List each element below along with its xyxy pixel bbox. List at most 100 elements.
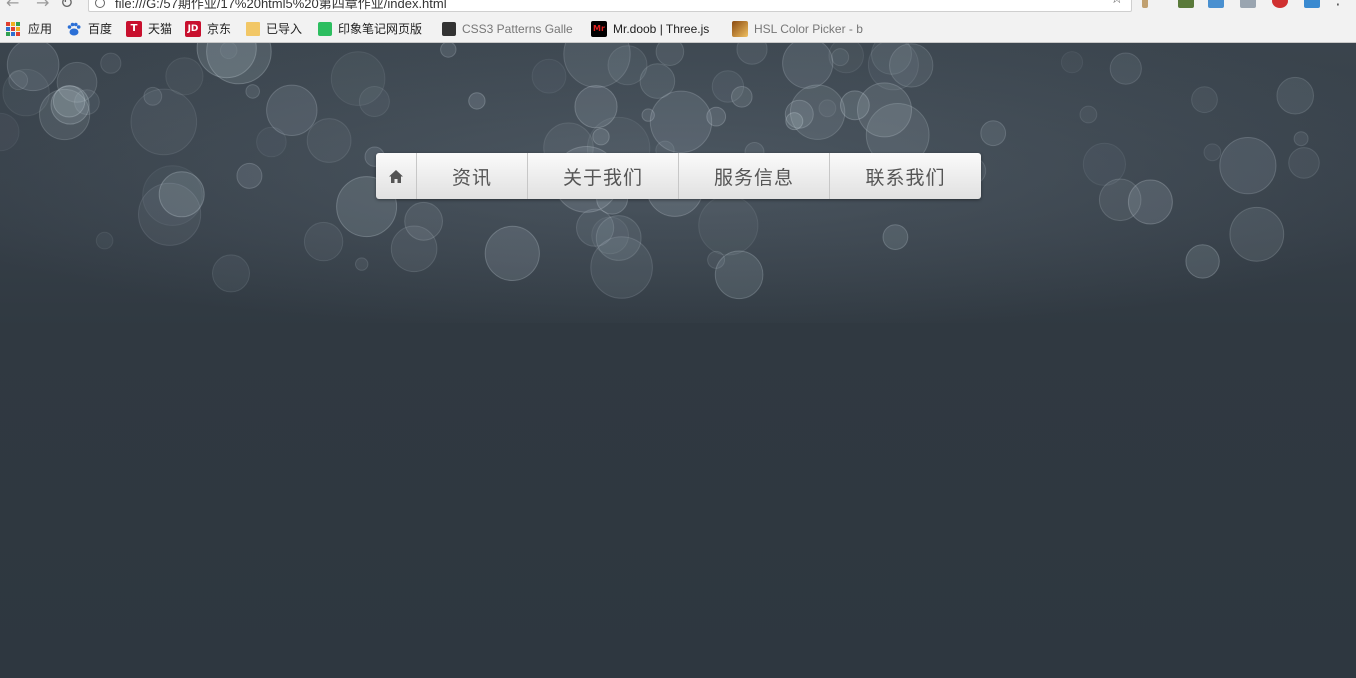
extension-icon[interactable] (1178, 0, 1194, 8)
bokeh-circle (303, 221, 344, 262)
bookmark-tmall[interactable]: T 天猫 (126, 20, 172, 37)
bokeh-circle (306, 118, 352, 163)
address-bar[interactable]: file:///G:/57期作业/17%20html5%20第四章作业/inde… (88, 0, 1132, 12)
bookmark-label: Mr.doob | Three.js (613, 21, 710, 36)
bokeh-circle (789, 84, 846, 140)
bookmark-css3-patterns[interactable]: CSS3 Patterns Galle (442, 20, 573, 37)
bokeh-circle (245, 84, 260, 99)
nav-home[interactable] (376, 153, 417, 199)
bokeh-circle (1079, 105, 1098, 124)
bokeh-circle (655, 43, 685, 66)
forward-icon[interactable]: → (36, 0, 49, 12)
bookmark-threejs[interactable]: Mr Mr.doob | Three.js (591, 20, 709, 37)
baidu-paw-icon (66, 21, 82, 37)
bokeh-circle (980, 120, 1007, 147)
bokeh-circle (143, 86, 163, 106)
bookmarks-bar: 应用 百度 T 天猫 JD 京东 已导入 印象笔记网页版 CSS3 Patter… (0, 14, 1356, 43)
bokeh-circle (404, 201, 444, 241)
extension-icon[interactable] (1240, 0, 1256, 8)
bokeh-circle (818, 99, 837, 118)
bookmark-label: CSS3 Patterns Galle (462, 21, 573, 36)
bokeh-circle (1288, 147, 1320, 179)
jd-icon: JD (185, 20, 201, 37)
nav-item-news[interactable]: 资讯 (417, 153, 528, 199)
info-icon[interactable] (95, 0, 105, 8)
back-icon[interactable]: ← (6, 0, 19, 12)
css3-patterns-icon (442, 21, 456, 36)
mrdoob-icon: Mr (591, 20, 607, 37)
bokeh-circle (440, 43, 457, 58)
bokeh-circle (256, 126, 287, 158)
nav-item-contact[interactable]: 联系我们 (830, 153, 981, 199)
bokeh-circle (1082, 142, 1127, 186)
bokeh-circle (1191, 86, 1218, 114)
tmall-icon: T (126, 20, 142, 37)
bokeh-circle (707, 250, 726, 269)
bookmark-hsl-picker[interactable]: HSL Color Picker - b (732, 20, 863, 37)
hsl-picker-icon (732, 20, 748, 37)
bokeh-circle (130, 88, 198, 156)
bookmark-label: 印象笔记网页版 (338, 22, 423, 36)
bokeh-circle (158, 171, 205, 218)
bokeh-circle (95, 231, 114, 250)
bokeh-circle (1060, 51, 1084, 74)
bokeh-circle (782, 43, 834, 89)
page-viewport: 资讯 关于我们 服务信息 联系我们 (0, 43, 1356, 678)
bokeh-circle (1185, 244, 1220, 279)
nav-item-about[interactable]: 关于我们 (528, 153, 679, 199)
bokeh-circle (882, 224, 909, 251)
extension-icon[interactable] (1142, 0, 1148, 8)
folder-icon (246, 21, 260, 36)
bokeh-circle (1109, 52, 1142, 85)
bookmark-label: 百度 (88, 22, 113, 36)
bookmark-label: 应用 (28, 22, 53, 36)
menu-icon[interactable]: ⋮ (1330, 0, 1346, 8)
nav-item-services[interactable]: 服务信息 (679, 153, 830, 199)
bookmark-apps[interactable]: 应用 (6, 20, 52, 37)
bokeh-circle (831, 48, 850, 67)
bokeh-circle (212, 254, 250, 293)
bokeh-circle (8, 70, 29, 91)
bokeh-circle (867, 43, 919, 91)
bokeh-circle (607, 45, 648, 86)
bookmark-label: HSL Color Picker - b (754, 21, 863, 36)
extension-icon[interactable] (1208, 0, 1224, 8)
extension-icon[interactable] (1304, 0, 1320, 8)
bokeh-circle (649, 90, 713, 154)
reload-icon[interactable]: ↻ (60, 0, 73, 12)
bookmark-evernote[interactable]: 印象笔记网页版 (318, 20, 422, 37)
bokeh-circle (100, 52, 122, 74)
bokeh-circle (1229, 206, 1285, 262)
bokeh-circle (355, 257, 369, 271)
bookmark-folder-imported[interactable]: 已导入 (246, 20, 302, 37)
bokeh-circle (711, 70, 745, 103)
bokeh-circle (358, 86, 390, 117)
bokeh-circle (1219, 137, 1277, 195)
bokeh-circle (56, 61, 98, 103)
bokeh-circle (1293, 131, 1309, 147)
bookmark-star-icon[interactable]: ☆ (1110, 0, 1123, 7)
address-url[interactable]: file:///G:/57期作业/17%20html5%20第四章作业/inde… (115, 0, 447, 12)
bokeh-circle (484, 225, 540, 281)
bokeh-circle (468, 92, 486, 110)
extension-icon[interactable] (1272, 0, 1288, 8)
evernote-icon (318, 21, 332, 36)
bokeh-circle (531, 58, 567, 94)
bookmark-label: 京东 (207, 22, 232, 36)
bokeh-circle (1203, 143, 1222, 162)
bokeh-circle (785, 112, 804, 131)
bokeh-circle (165, 57, 204, 96)
bokeh-circle (236, 162, 263, 189)
bokeh-circle (591, 216, 629, 255)
bokeh-circle (840, 90, 870, 121)
main-nav: 资讯 关于我们 服务信息 联系我们 (376, 153, 981, 199)
bokeh-circle (1276, 76, 1314, 115)
apps-grid-icon (6, 21, 20, 36)
bookmark-label: 天猫 (148, 22, 173, 36)
bookmark-baidu[interactable]: 百度 (66, 20, 112, 37)
bookmark-jd[interactable]: JD 京东 (185, 20, 231, 37)
home-icon (389, 169, 403, 183)
bokeh-circle (1127, 179, 1173, 225)
browser-toolbar: ← → ↻ file:///G:/57期作业/17%20html5%20第四章作… (0, 0, 1356, 14)
bokeh-circle (698, 195, 759, 256)
